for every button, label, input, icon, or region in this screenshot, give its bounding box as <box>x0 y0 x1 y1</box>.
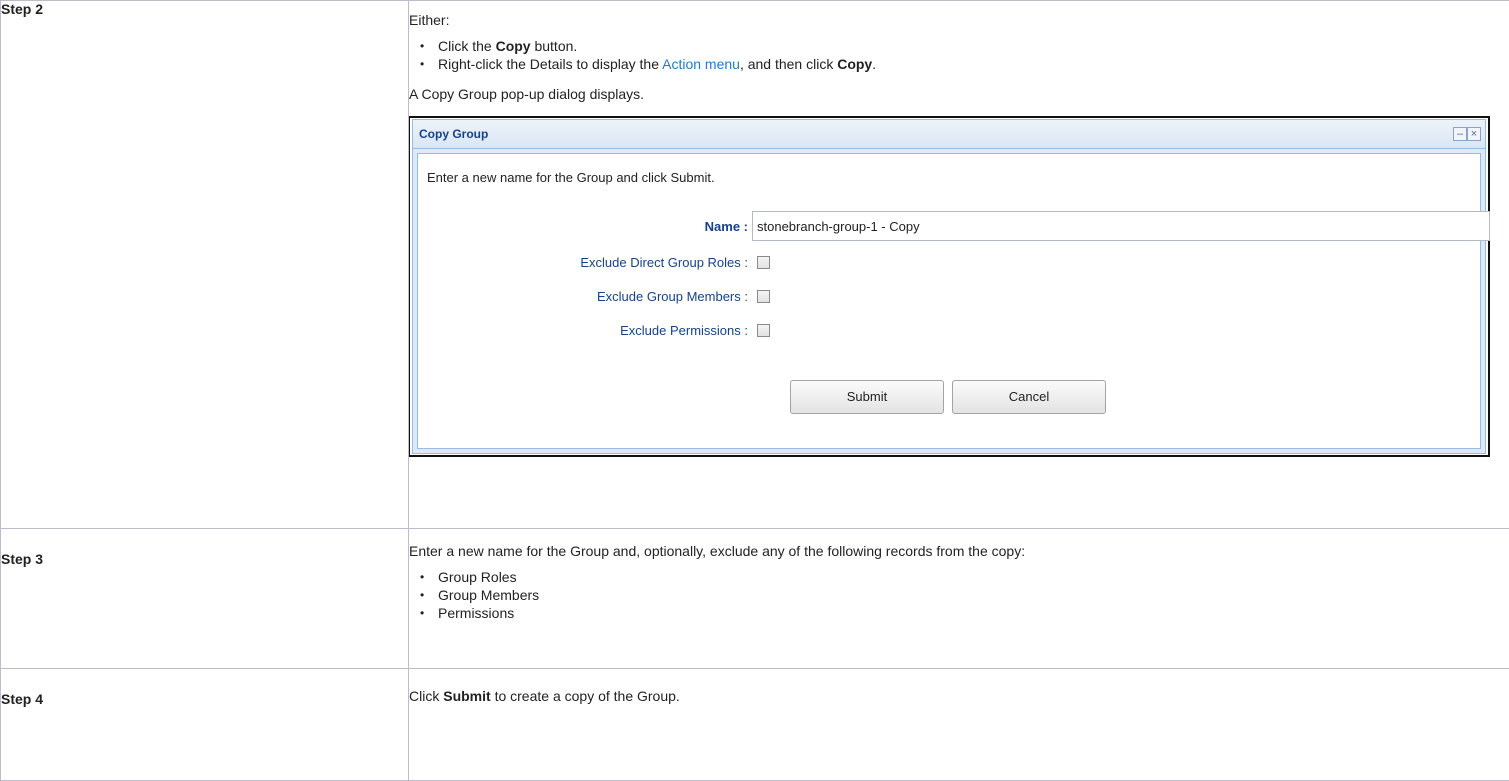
copy-group-dialog: Copy Group – × Enter a new name for the … <box>412 119 1486 454</box>
step-content: Click Submit to create a copy of the Gro… <box>409 669 1509 781</box>
text: Click the <box>438 38 496 54</box>
list-item: Permissions <box>409 604 1509 622</box>
step-content: Either: Click the Copy button. Right-cli… <box>409 1 1509 529</box>
exclude-roles-checkbox[interactable] <box>757 256 770 269</box>
text: button. <box>531 38 578 54</box>
submit-button[interactable]: Submit <box>790 380 944 414</box>
exclude-permissions-row: Exclude Permissions : <box>418 323 770 338</box>
exclude-permissions-checkbox[interactable] <box>757 324 770 337</box>
exclude-members-label: Exclude Group Members : <box>418 289 748 304</box>
list-item: Group Roles <box>409 568 1509 586</box>
step-intro: Enter a new name for the Group and, opti… <box>409 542 1509 560</box>
bold-text: Copy <box>837 56 872 72</box>
cancel-button[interactable]: Cancel <box>952 380 1106 414</box>
bullet-list: Click the Copy button. Right-click the D… <box>409 37 1509 73</box>
exclude-members-checkbox[interactable] <box>757 290 770 303</box>
dialog-title: Copy Group <box>419 127 488 141</box>
text: Click <box>409 688 443 704</box>
text: , and then click <box>740 56 837 72</box>
list-item: Click the Copy button. <box>409 37 1509 55</box>
step-row: Step 4 Click Submit to create a copy of … <box>1 669 1509 781</box>
dialog-intro: Enter a new name for the Group and click… <box>427 170 715 185</box>
exclude-members-row: Exclude Group Members : <box>418 289 770 304</box>
action-menu-link[interactable]: Action menu <box>662 56 740 72</box>
step-content: Enter a new name for the Group and, opti… <box>409 529 1509 669</box>
list-item: Right-click the Details to display the A… <box>409 55 1509 73</box>
dialog-body: Enter a new name for the Group and click… <box>417 153 1481 449</box>
text: Right-click the Details to display the <box>438 56 662 72</box>
step-label: Step 2 <box>1 1 409 529</box>
bullet-list: Group Roles Group Members Permissions <box>409 568 1509 622</box>
text: to create a copy of the Group. <box>491 688 680 704</box>
dialog-tools: – × <box>1453 127 1481 141</box>
name-input[interactable] <box>752 211 1490 241</box>
dialog-screenshot: Copy Group – × Enter a new name for the … <box>408 116 1490 457</box>
step-text: Click Submit to create a copy of the Gro… <box>409 687 1509 705</box>
name-row: Name : <box>418 211 1490 241</box>
step-intro: Either: <box>409 11 1509 29</box>
exclude-roles-row: Exclude Direct Group Roles : <box>418 255 770 270</box>
step-after: A Copy Group pop-up dialog displays. <box>409 85 1509 103</box>
step-row: Step 3 Enter a new name for the Group an… <box>1 529 1509 669</box>
exclude-permissions-label: Exclude Permissions : <box>418 323 748 338</box>
step-label: Step 3 <box>1 529 409 669</box>
dialog-header: Copy Group – × <box>413 120 1485 149</box>
step-row: Step 2 Either: Click the Copy button. Ri… <box>1 1 1509 529</box>
step-label: Step 4 <box>1 669 409 781</box>
list-item: Group Members <box>409 586 1509 604</box>
text: . <box>872 56 876 72</box>
bold-text: Copy <box>496 38 531 54</box>
bold-text: Submit <box>443 688 490 704</box>
close-icon[interactable]: × <box>1467 127 1481 141</box>
exclude-roles-label: Exclude Direct Group Roles : <box>418 255 748 270</box>
name-label: Name : <box>418 219 748 234</box>
steps-table: Step 2 Either: Click the Copy button. Ri… <box>0 0 1509 781</box>
minimize-icon[interactable]: – <box>1453 127 1467 141</box>
